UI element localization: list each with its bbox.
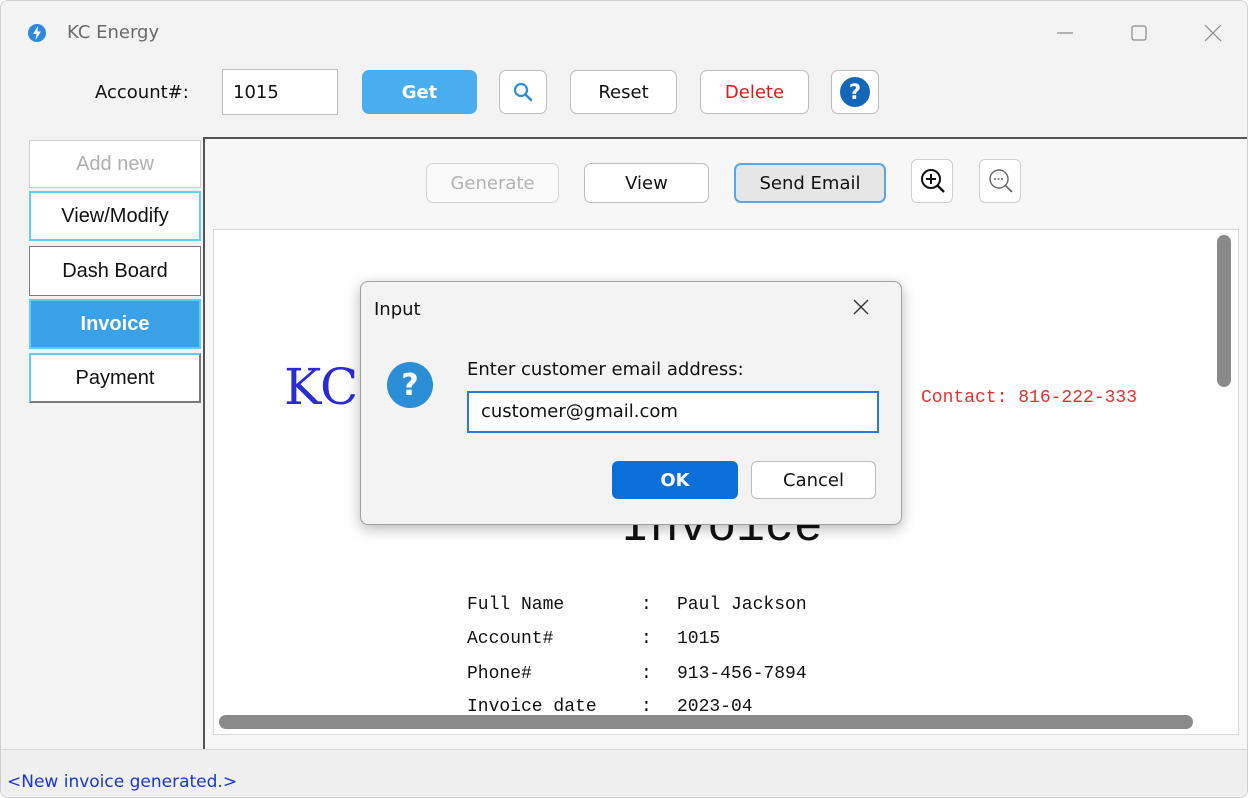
nav-add-new[interactable]: Add new bbox=[29, 140, 201, 188]
dialog-title: Input bbox=[374, 299, 421, 320]
field-colon: : bbox=[641, 629, 652, 649]
email-input[interactable]: customer@gmail.com bbox=[467, 391, 879, 433]
help-icon: ? bbox=[840, 77, 870, 107]
help-button[interactable]: ? bbox=[831, 70, 879, 114]
search-icon bbox=[513, 82, 533, 102]
field-value: 2023-04 bbox=[677, 697, 753, 714]
field-value: 913-456-7894 bbox=[677, 664, 807, 684]
search-button[interactable] bbox=[499, 70, 547, 114]
field-label: Invoice date bbox=[467, 697, 597, 714]
company-name: KC bbox=[284, 358, 359, 416]
dialog-close-icon[interactable] bbox=[847, 293, 875, 321]
svg-text:?: ? bbox=[401, 368, 418, 403]
send-email-button[interactable]: Send Email bbox=[734, 163, 886, 203]
field-colon: : bbox=[641, 595, 652, 615]
field-label: Phone# bbox=[467, 664, 532, 684]
dialog-prompt: Enter customer email address: bbox=[467, 359, 744, 380]
clipped-row: Invoice date : 2023-04 bbox=[441, 691, 941, 714]
zoom-out-icon bbox=[989, 169, 1013, 193]
nav-dash-board[interactable]: Dash Board bbox=[29, 246, 201, 296]
vertical-scrollbar[interactable] bbox=[1217, 235, 1231, 387]
close-icon[interactable] bbox=[1199, 19, 1227, 47]
field-colon: : bbox=[641, 697, 652, 714]
view-button[interactable]: View bbox=[584, 163, 709, 203]
lightning-icon bbox=[28, 24, 46, 42]
generate-button[interactable]: Generate bbox=[426, 163, 559, 203]
reset-button[interactable]: Reset bbox=[570, 70, 677, 114]
status-message: <New invoice generated.> bbox=[7, 772, 238, 792]
svg-text:?: ? bbox=[849, 80, 861, 104]
field-label: Full Name bbox=[467, 595, 565, 615]
field-value: 1015 bbox=[677, 629, 721, 649]
zoom-out-button[interactable] bbox=[979, 159, 1021, 203]
zoom-in-button[interactable] bbox=[911, 159, 953, 203]
field-colon: : bbox=[641, 664, 652, 684]
horizontal-scrollbar[interactable] bbox=[219, 715, 1193, 729]
ok-button[interactable]: OK bbox=[612, 461, 738, 499]
account-input[interactable]: 1015 bbox=[222, 69, 338, 115]
zoom-in-icon bbox=[921, 169, 945, 193]
window-title: KC Energy bbox=[67, 22, 160, 43]
delete-button[interactable]: Delete bbox=[700, 70, 809, 114]
account-label: Account#: bbox=[95, 82, 189, 103]
cancel-button[interactable]: Cancel bbox=[751, 461, 876, 499]
maximize-icon[interactable] bbox=[1125, 19, 1153, 47]
field-label: Account# bbox=[467, 629, 554, 649]
question-icon: ? bbox=[387, 362, 433, 408]
nav-payment[interactable]: Payment bbox=[29, 353, 201, 403]
minimize-icon[interactable] bbox=[1051, 19, 1079, 47]
field-value: Paul Jackson bbox=[677, 595, 807, 615]
nav-invoice[interactable]: Invoice bbox=[29, 299, 201, 349]
nav-view-modify[interactable]: View/Modify bbox=[29, 191, 201, 241]
contact-text: Contact: 816-222-333 bbox=[921, 388, 1138, 408]
app-window: KC Energy Account#: 1015 Get Reset Delet… bbox=[0, 0, 1248, 798]
get-button[interactable]: Get bbox=[362, 70, 477, 114]
